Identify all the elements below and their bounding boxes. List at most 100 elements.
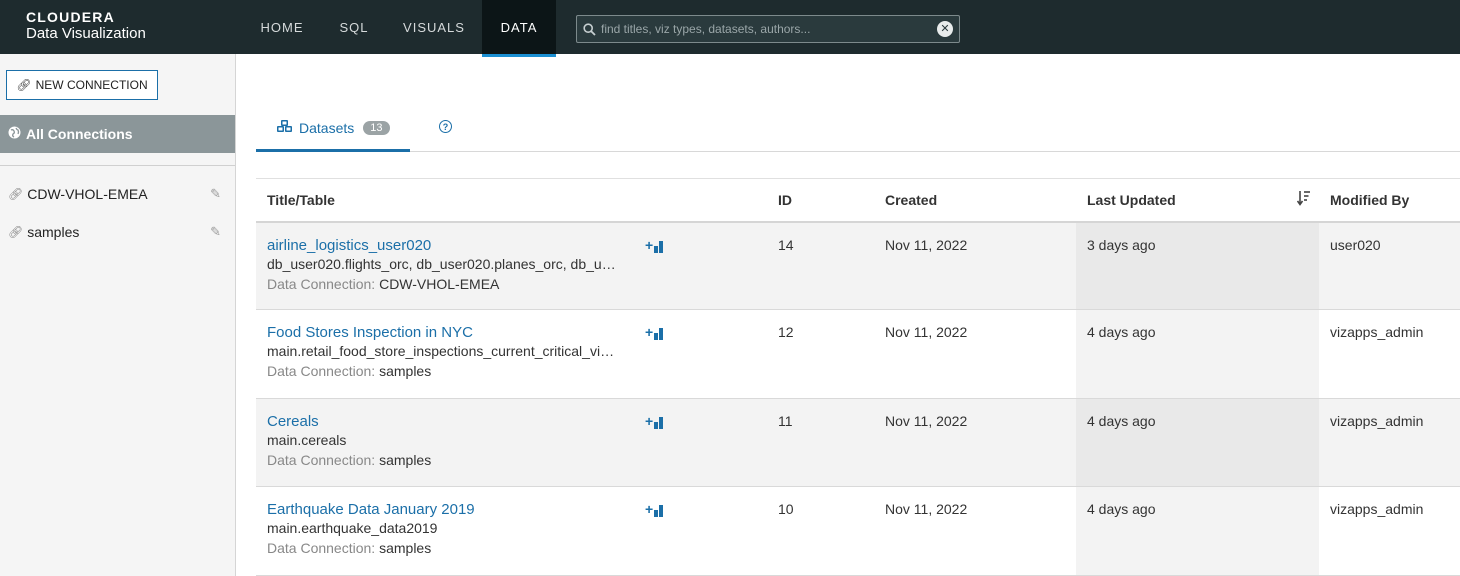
- tab-datasets[interactable]: Datasets 13: [256, 110, 410, 152]
- globe-icon: [8, 126, 21, 142]
- sidebar-divider: [0, 165, 235, 166]
- dataset-title-link[interactable]: Earthquake Data January 2019: [267, 501, 767, 518]
- nav-tab-label: DATA: [500, 19, 538, 35]
- dataset-title-link[interactable]: airline_logistics_user020: [267, 237, 767, 254]
- table-row[interactable]: Food Stores Inspection in NYC main.retai…: [256, 309, 1460, 399]
- data-connection-text: Data Connection: CDW-VHOL-EMEA: [267, 276, 499, 292]
- data-connection-value: samples: [379, 540, 432, 556]
- table-row[interactable]: Cereals main.cereals Data Connection: sa…: [256, 398, 1460, 487]
- pencil-icon[interactable]: ✎: [210, 186, 221, 202]
- cell-id: 11: [767, 398, 874, 487]
- cell-created: Nov 11, 2022: [874, 221, 1076, 310]
- data-connection-prefix: Data Connection:: [267, 275, 376, 292]
- brand-name: CLOUDERA: [26, 9, 115, 25]
- last-updated-label: Last Updated: [1087, 191, 1176, 208]
- connections-sidebar: 🔗︎ NEW CONNECTION All Connections 🔗︎ CDW…: [0, 54, 236, 576]
- cell-modified-by: vizapps_admin: [1319, 309, 1460, 399]
- plus-symbol: +: [645, 236, 654, 253]
- column-header-created[interactable]: Created: [874, 178, 1076, 223]
- product-name: Data Visualization: [26, 25, 146, 42]
- search-box: ✕: [576, 15, 960, 43]
- connection-item-samples[interactable]: 🔗︎ samples ✎: [0, 217, 235, 247]
- nav-tab-label: SQL: [339, 19, 369, 35]
- connection-label: CDW-VHOL-EMEA: [27, 186, 148, 202]
- datasets-table: Title/Table ID Created Last Updated Modi…: [256, 178, 1460, 576]
- cell-id: 14: [767, 221, 874, 310]
- column-header-title[interactable]: Title/Table: [256, 178, 767, 223]
- new-dashboard-icon[interactable]: +: [645, 236, 664, 253]
- cell-created: Nov 11, 2022: [874, 486, 1076, 576]
- cell-modified-by: vizapps_admin: [1319, 486, 1460, 576]
- cell-last-updated: 4 days ago: [1076, 398, 1319, 487]
- pencil-icon[interactable]: ✎: [210, 224, 221, 240]
- data-connection-value: CDW-VHOL-EMEA: [379, 275, 500, 292]
- datasets-icon: [277, 119, 293, 136]
- dataset-tables: main.cereals: [267, 432, 347, 448]
- data-connection-text: Data Connection: samples: [267, 540, 431, 556]
- column-header-id[interactable]: ID: [767, 178, 874, 223]
- dataset-tables: main.retail_food_store_inspections_curre…: [267, 343, 619, 359]
- link-icon: 🔗︎: [16, 78, 32, 92]
- dataset-title-link[interactable]: Cereals: [267, 413, 767, 430]
- bar-chart-icon: [654, 417, 664, 429]
- dataset-tables: db_user020.flights_orc, db_user020.plane…: [267, 255, 619, 272]
- connection-label: samples: [27, 224, 80, 240]
- data-connection-value: samples: [379, 363, 432, 379]
- sort-descending-icon[interactable]: [1296, 190, 1311, 209]
- data-connection-prefix: Data Connection:: [267, 363, 376, 379]
- plus-symbol: +: [645, 324, 654, 340]
- column-header-modified-by[interactable]: Modified By: [1319, 178, 1460, 223]
- cell-last-updated: 3 days ago: [1076, 221, 1319, 310]
- cell-last-updated: 4 days ago: [1076, 309, 1319, 399]
- cell-created: Nov 11, 2022: [874, 309, 1076, 399]
- table-row[interactable]: airline_logistics_user020 db_user020.fli…: [256, 221, 1460, 310]
- cell-title-table: airline_logistics_user020 db_user020.fli…: [256, 221, 767, 310]
- help-icon[interactable]: ?: [439, 120, 452, 133]
- nav-tab-home[interactable]: HOME: [246, 0, 318, 57]
- column-header-last-updated[interactable]: Last Updated: [1076, 178, 1319, 223]
- nav-tab-label: HOME: [260, 19, 304, 35]
- plus-symbol: +: [645, 413, 654, 429]
- cell-title-table: Earthquake Data January 2019 main.earthq…: [256, 486, 767, 576]
- all-connections-label: All Connections: [26, 126, 133, 142]
- cell-id: 10: [767, 486, 874, 576]
- content-tabs: Datasets 13 ?: [256, 110, 1460, 152]
- link-icon: 🔗︎: [8, 225, 24, 239]
- main-content: Datasets 13 ? Title/Table ID Created Las…: [237, 54, 1460, 576]
- table-row[interactable]: Earthquake Data January 2019 main.earthq…: [256, 486, 1460, 576]
- data-connection-text: Data Connection: samples: [267, 452, 431, 468]
- new-dashboard-icon[interactable]: +: [645, 413, 664, 429]
- tab-datasets-label: Datasets: [299, 119, 355, 136]
- nav-tab-data[interactable]: DATA: [482, 0, 556, 57]
- connection-item-cdw-vhol-emea[interactable]: 🔗︎ CDW-VHOL-EMEA ✎: [0, 179, 235, 209]
- nav-tab-visuals[interactable]: VISUALS: [392, 0, 476, 57]
- link-icon: 🔗︎: [8, 187, 24, 201]
- cell-title-table: Cereals main.cereals Data Connection: sa…: [256, 398, 767, 487]
- data-connection-prefix: Data Connection:: [267, 540, 376, 556]
- clear-search-icon[interactable]: ✕: [937, 21, 953, 37]
- data-connection-value: samples: [379, 452, 432, 468]
- data-connection-prefix: Data Connection:: [267, 452, 376, 468]
- all-connections-item[interactable]: All Connections: [0, 115, 235, 153]
- dataset-tables: main.earthquake_data2019: [267, 520, 438, 536]
- cell-id: 12: [767, 309, 874, 399]
- top-navbar: CLOUDERA Data Visualization HOME SQL VIS…: [0, 0, 1460, 57]
- new-dashboard-icon[interactable]: +: [645, 501, 664, 517]
- cell-modified-by: vizapps_admin: [1319, 398, 1460, 487]
- search-input[interactable]: [601, 22, 937, 36]
- plus-symbol: +: [645, 501, 654, 517]
- bar-chart-icon: [654, 328, 664, 340]
- new-connection-button[interactable]: 🔗︎ NEW CONNECTION: [6, 70, 158, 100]
- cell-last-updated: 4 days ago: [1076, 486, 1319, 576]
- cell-title-table: Food Stores Inspection in NYC main.retai…: [256, 309, 767, 399]
- cell-created: Nov 11, 2022: [874, 398, 1076, 487]
- nav-tab-sql[interactable]: SQL: [324, 0, 384, 57]
- bar-chart-icon: [654, 505, 664, 517]
- datasets-count-badge: 13: [363, 120, 390, 135]
- cell-modified-by: user020: [1319, 221, 1460, 310]
- dataset-title-link[interactable]: Food Stores Inspection in NYC: [267, 324, 767, 341]
- brand-logo[interactable]: CLOUDERA Data Visualization: [26, 9, 146, 43]
- new-dashboard-icon[interactable]: +: [645, 324, 664, 340]
- new-connection-label: NEW CONNECTION: [35, 78, 148, 92]
- nav-tab-label: VISUALS: [403, 19, 465, 35]
